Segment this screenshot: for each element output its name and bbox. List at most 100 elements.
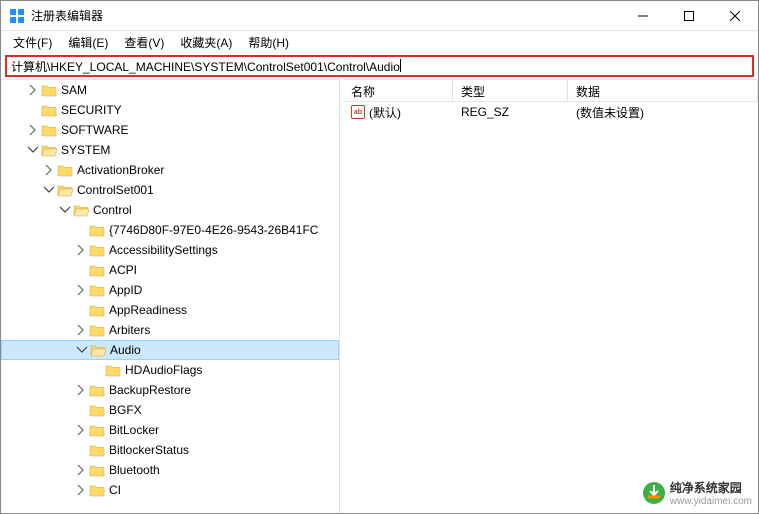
tree-item-label: BackupRestore bbox=[109, 383, 191, 397]
tree-item-label: ActivationBroker bbox=[77, 163, 164, 177]
watermark-text-1: 纯净系统家园 bbox=[670, 479, 752, 496]
watermark-text-2: www.yidaimei.com bbox=[670, 496, 752, 507]
list-body: ab(默认)REG_SZ(数值未设置) bbox=[343, 102, 758, 122]
tree-item[interactable]: BitlockerStatus bbox=[1, 440, 339, 460]
folder-icon bbox=[89, 483, 105, 497]
chevron-right-icon[interactable] bbox=[25, 82, 41, 98]
chevron-right-icon[interactable] bbox=[41, 162, 57, 178]
tree-item[interactable]: BitLocker bbox=[1, 420, 339, 440]
tree-item[interactable]: HDAudioFlags bbox=[1, 360, 339, 380]
folder-icon bbox=[89, 243, 105, 257]
menu-favorites[interactable]: 收藏夹(A) bbox=[172, 32, 240, 53]
folder-icon bbox=[57, 163, 73, 177]
list-row[interactable]: ab(默认)REG_SZ(数值未设置) bbox=[343, 102, 758, 122]
chevron-right-icon[interactable] bbox=[73, 482, 89, 498]
folder-icon bbox=[89, 463, 105, 477]
tree-item-label: Arbiters bbox=[109, 323, 150, 337]
watermark: 纯净系统家园 www.yidaimei.com bbox=[642, 479, 752, 507]
expander-blank bbox=[73, 442, 89, 458]
tree-item[interactable]: ActivationBroker bbox=[1, 160, 339, 180]
titlebar: 注册表编辑器 bbox=[1, 1, 758, 31]
tree-item[interactable]: CI bbox=[1, 480, 339, 500]
tree-item[interactable]: SAM bbox=[1, 80, 339, 100]
chevron-right-icon[interactable] bbox=[73, 422, 89, 438]
folder-icon bbox=[89, 403, 105, 417]
chevron-right-icon[interactable] bbox=[73, 382, 89, 398]
tree-item[interactable]: Arbiters bbox=[1, 320, 339, 340]
tree-item-label: ControlSet001 bbox=[77, 183, 154, 197]
folder-icon bbox=[41, 123, 57, 137]
tree-item-label: BitlockerStatus bbox=[109, 443, 189, 457]
folder-icon bbox=[89, 263, 105, 277]
chevron-down-icon[interactable] bbox=[25, 142, 41, 158]
tree-item-label: BGFX bbox=[109, 403, 142, 417]
tree-item[interactable]: AppID bbox=[1, 280, 339, 300]
tree-item[interactable]: SOFTWARE bbox=[1, 120, 339, 140]
list-header: 名称 类型 数据 bbox=[343, 80, 758, 102]
tree-item-label: AppID bbox=[109, 283, 142, 297]
folder-icon bbox=[105, 363, 121, 377]
menu-help[interactable]: 帮助(H) bbox=[240, 32, 297, 53]
minimize-button[interactable] bbox=[620, 1, 666, 30]
close-button[interactable] bbox=[712, 1, 758, 30]
tree-item-label: AppReadiness bbox=[109, 303, 187, 317]
expander-blank bbox=[73, 262, 89, 278]
chevron-down-icon[interactable] bbox=[57, 202, 73, 218]
tree-item-label: SYSTEM bbox=[61, 143, 110, 157]
chevron-right-icon[interactable] bbox=[73, 242, 89, 258]
menubar: 文件(F) 编辑(E) 查看(V) 收藏夹(A) 帮助(H) bbox=[1, 31, 758, 53]
tree-item[interactable]: Audio bbox=[1, 340, 339, 360]
expander-blank bbox=[25, 102, 41, 118]
folder-icon bbox=[89, 323, 105, 337]
tree-item[interactable]: BGFX bbox=[1, 400, 339, 420]
menu-edit[interactable]: 编辑(E) bbox=[60, 32, 116, 53]
list-header-data[interactable]: 数据 bbox=[568, 80, 758, 101]
folder-open-icon bbox=[73, 203, 89, 217]
list-header-type[interactable]: 类型 bbox=[453, 80, 568, 101]
tree-item[interactable]: Bluetooth bbox=[1, 460, 339, 480]
expander-blank bbox=[73, 302, 89, 318]
chevron-right-icon[interactable] bbox=[73, 282, 89, 298]
tree-item[interactable]: ControlSet001 bbox=[1, 180, 339, 200]
tree-item[interactable]: BackupRestore bbox=[1, 380, 339, 400]
tree-item-label: {7746D80F-97E0-4E26-9543-26B41FC bbox=[109, 223, 318, 237]
folder-icon bbox=[89, 283, 105, 297]
expander-blank bbox=[73, 222, 89, 238]
address-bar-text: 计算机\HKEY_LOCAL_MACHINE\SYSTEM\ControlSet… bbox=[11, 58, 400, 75]
tree-item[interactable]: AppReadiness bbox=[1, 300, 339, 320]
folder-open-icon bbox=[41, 143, 57, 157]
expander-blank bbox=[89, 362, 105, 378]
tree-item-label: SECURITY bbox=[61, 103, 122, 117]
tree-item-label: HDAudioFlags bbox=[125, 363, 202, 377]
menu-view[interactable]: 查看(V) bbox=[116, 32, 172, 53]
folder-icon bbox=[89, 223, 105, 237]
tree-item-label: BitLocker bbox=[109, 423, 159, 437]
list-header-name[interactable]: 名称 bbox=[343, 80, 453, 101]
chevron-down-icon[interactable] bbox=[74, 342, 90, 358]
folder-icon bbox=[89, 443, 105, 457]
tree-item-label: Bluetooth bbox=[109, 463, 160, 477]
tree-item-label: AccessibilitySettings bbox=[109, 243, 218, 257]
tree-item[interactable]: Control bbox=[1, 200, 339, 220]
list-panel: 名称 类型 数据 ab(默认)REG_SZ(数值未设置) bbox=[343, 79, 758, 513]
address-bar[interactable]: 计算机\HKEY_LOCAL_MACHINE\SYSTEM\ControlSet… bbox=[5, 55, 754, 77]
folder-icon bbox=[41, 103, 57, 117]
window-title: 注册表编辑器 bbox=[31, 7, 620, 24]
folder-icon bbox=[89, 383, 105, 397]
chevron-right-icon[interactable] bbox=[73, 322, 89, 338]
tree-item[interactable]: ACPI bbox=[1, 260, 339, 280]
chevron-down-icon[interactable] bbox=[41, 182, 57, 198]
tree-panel[interactable]: SAM SECURITY SOFTWARE SYSTEM ActivationBroke… bbox=[1, 79, 339, 513]
app-icon bbox=[9, 8, 25, 24]
expander-blank bbox=[73, 402, 89, 418]
chevron-right-icon[interactable] bbox=[25, 122, 41, 138]
maximize-button[interactable] bbox=[666, 1, 712, 30]
menu-file[interactable]: 文件(F) bbox=[5, 32, 60, 53]
tree-item[interactable]: AccessibilitySettings bbox=[1, 240, 339, 260]
tree-item[interactable]: {7746D80F-97E0-4E26-9543-26B41FC bbox=[1, 220, 339, 240]
tree-item[interactable]: SECURITY bbox=[1, 100, 339, 120]
list-cell-name-text: (默认) bbox=[369, 104, 401, 121]
chevron-right-icon[interactable] bbox=[73, 462, 89, 478]
tree-item[interactable]: SYSTEM bbox=[1, 140, 339, 160]
tree-item-label: Control bbox=[93, 203, 132, 217]
